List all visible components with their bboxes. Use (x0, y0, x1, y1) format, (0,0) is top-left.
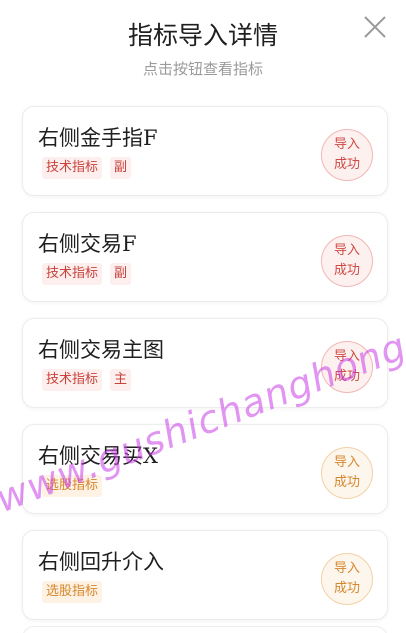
import-status-line1: 导入 (333, 137, 360, 152)
indicator-tags: 技术指标 副 (42, 157, 132, 179)
import-status-badge[interactable]: 导入 成功 (321, 341, 373, 393)
indicator-tag: 选股指标 (42, 475, 103, 497)
import-status-line2: 成功 (333, 263, 360, 278)
indicator-tag: 主 (110, 369, 132, 391)
indicator-tag: 副 (110, 263, 132, 285)
import-status-line1: 导入 (333, 561, 360, 576)
indicator-tags: 技术指标 主 (42, 369, 132, 391)
import-status-badge[interactable]: 导入 成功 (321, 129, 373, 181)
import-status-line1: 导入 (333, 455, 360, 470)
indicator-tags: 选股指标 (42, 475, 103, 497)
indicator-tags: 选股指标 (42, 581, 103, 603)
indicator-tags: 技术指标 副 (42, 263, 132, 285)
indicator-card[interactable]: 右侧回升介入 选股指标 导入 成功 (22, 530, 388, 620)
indicator-card[interactable]: 右侧交易主图 技术指标 主 导入 成功 (22, 318, 388, 408)
indicator-tag: 技术指标 (42, 369, 103, 391)
indicator-name: 右侧金手指F (38, 126, 158, 150)
indicator-tag: 技术指标 (42, 157, 103, 179)
import-status-badge[interactable]: 导入 成功 (321, 447, 373, 499)
import-status-line2: 成功 (333, 475, 360, 490)
indicator-card[interactable]: 右侧交易F 技术指标 副 导入 成功 (22, 212, 388, 302)
indicator-list: 右侧金手指F 技术指标 副 导入 成功 右侧交易F 技术指标 副 导入 成功 右… (0, 0, 406, 633)
import-status-badge[interactable]: 导入 成功 (321, 235, 373, 287)
import-status-line1: 导入 (333, 349, 360, 364)
import-status-line2: 成功 (333, 157, 360, 172)
indicator-name: 右侧回升介入 (38, 550, 164, 574)
indicator-name: 右侧交易买X (38, 444, 158, 468)
import-status-line1: 导入 (333, 243, 360, 258)
next-card-peek (22, 626, 388, 633)
indicator-tag: 选股指标 (42, 581, 103, 603)
import-status-badge[interactable]: 导入 成功 (321, 553, 373, 605)
import-status-line2: 成功 (333, 581, 360, 596)
import-status-line2: 成功 (333, 369, 360, 384)
indicator-name: 右侧交易主图 (38, 338, 164, 362)
indicator-card[interactable]: 右侧交易买X 选股指标 导入 成功 (22, 424, 388, 514)
indicator-tag: 副 (110, 157, 132, 179)
indicator-name: 右侧交易F (38, 232, 137, 256)
indicator-tag: 技术指标 (42, 263, 103, 285)
indicator-card[interactable]: 右侧金手指F 技术指标 副 导入 成功 (22, 106, 388, 196)
